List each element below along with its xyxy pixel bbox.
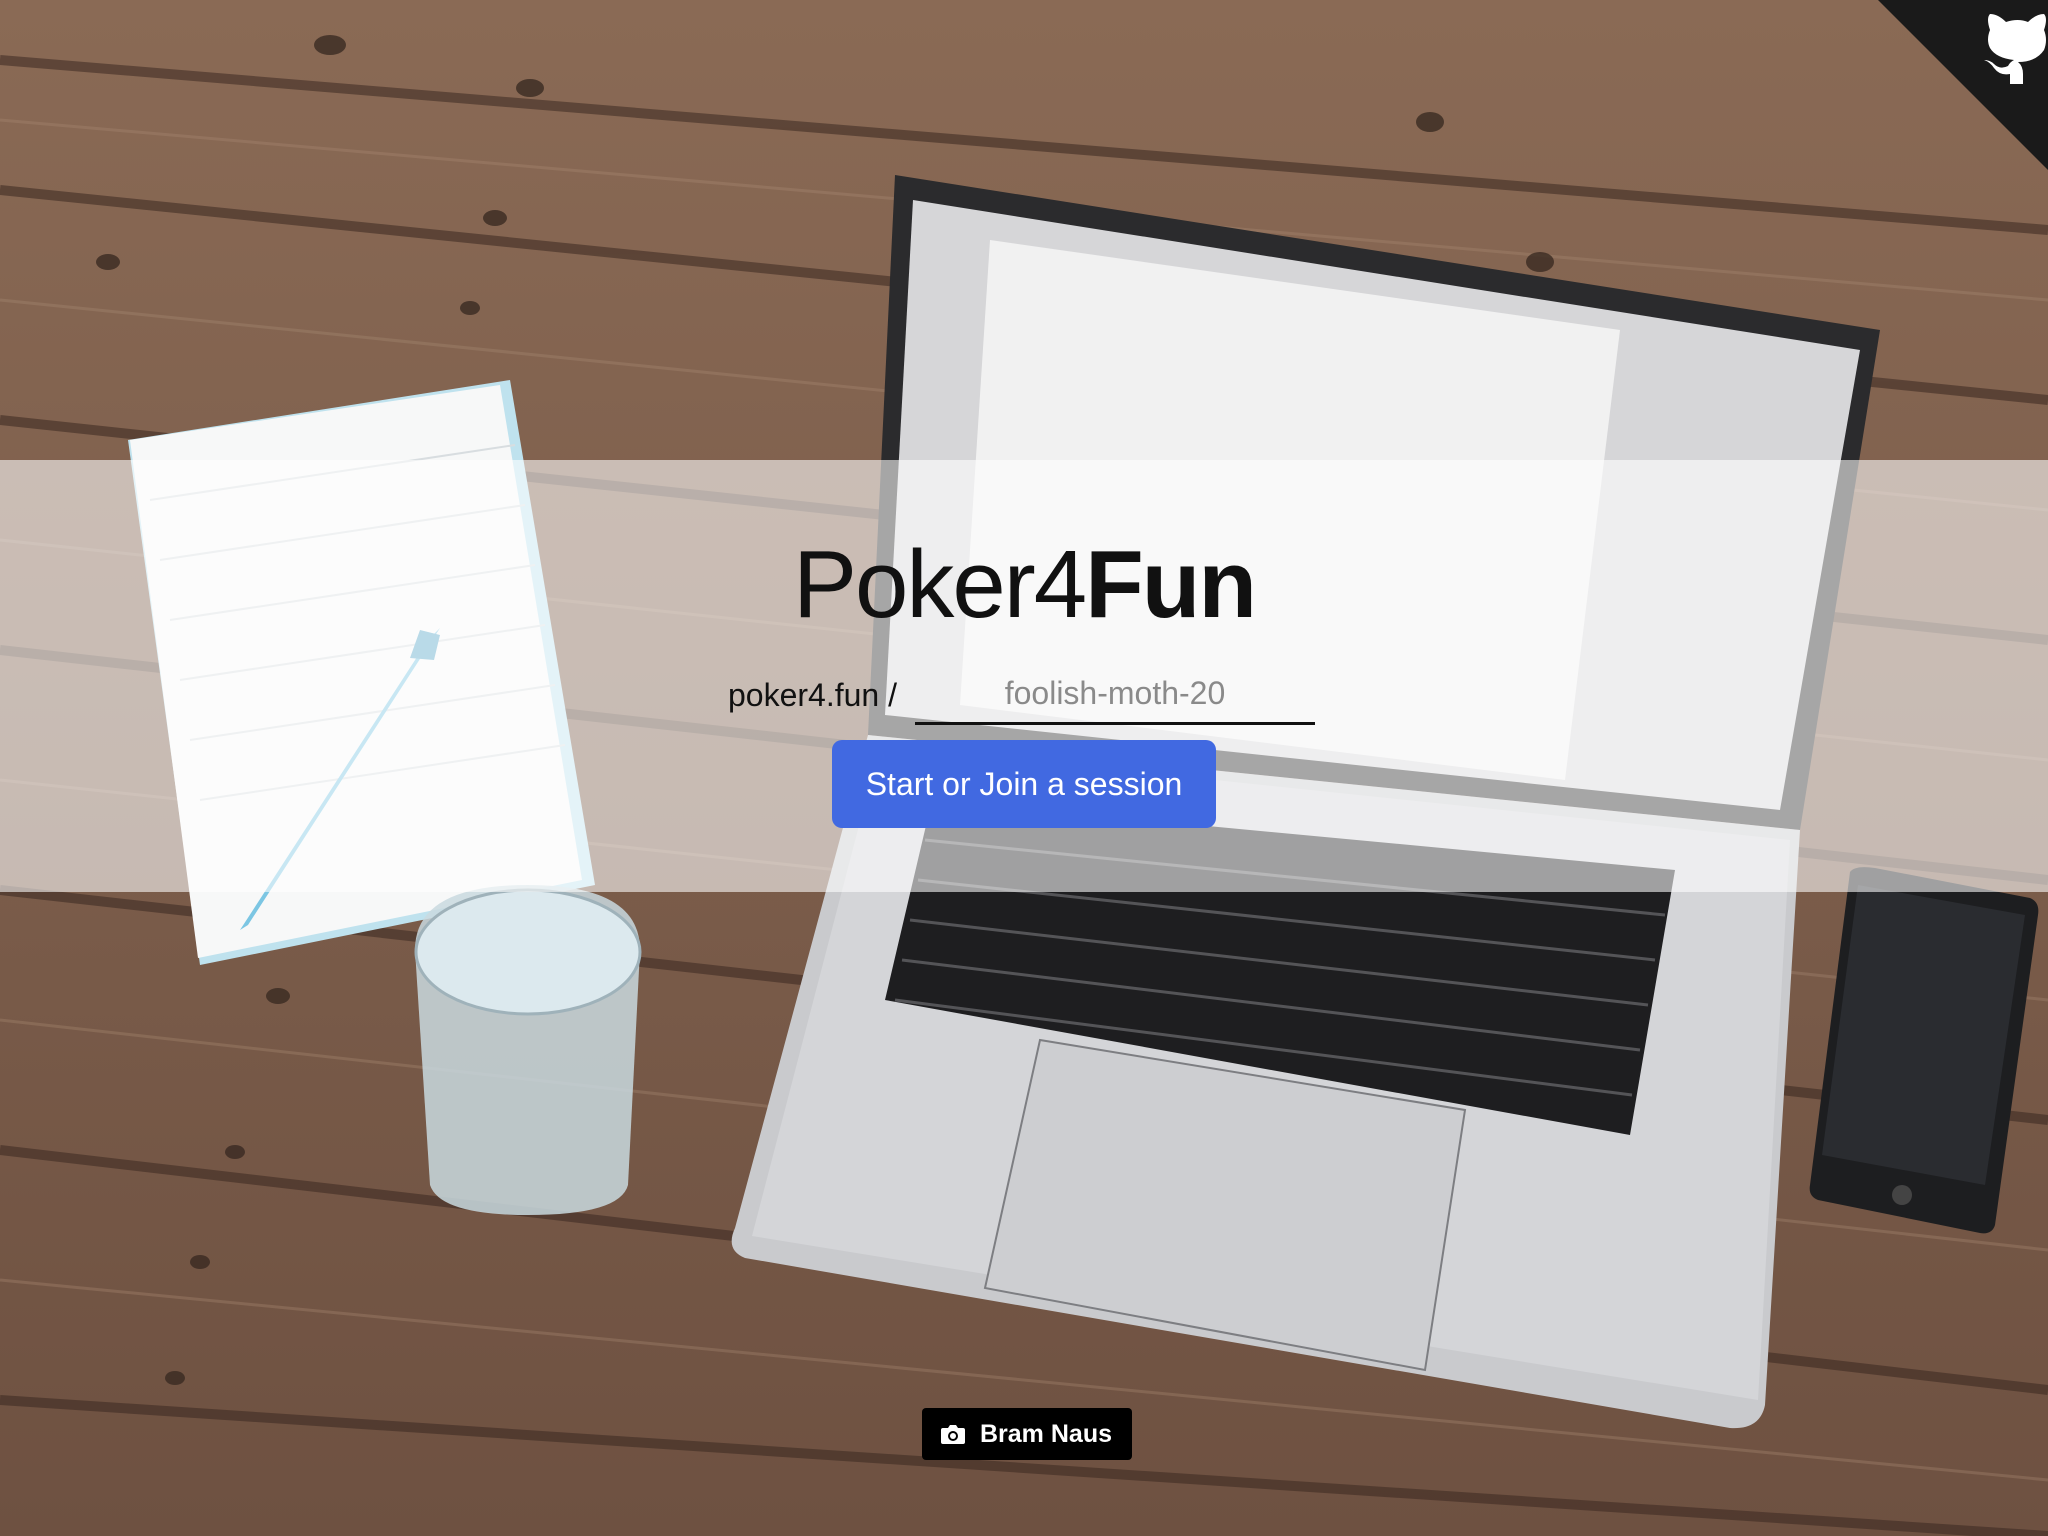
page-title: Poker4Fun bbox=[0, 530, 2048, 640]
session-name-input[interactable] bbox=[915, 665, 1315, 725]
github-corner-link[interactable] bbox=[1878, 0, 2048, 170]
page: Poker4Fun poker4.fun / Start or Join a s… bbox=[0, 0, 2048, 1536]
photo-credit-badge[interactable]: Bram Naus bbox=[922, 1408, 1132, 1460]
glass bbox=[414, 885, 642, 1215]
session-url-row: poker4.fun / bbox=[728, 660, 1315, 730]
title-bold: Fun bbox=[1085, 531, 1257, 638]
url-prefix: poker4.fun / bbox=[728, 676, 897, 713]
photo-credit-name: Bram Naus bbox=[980, 1419, 1112, 1448]
start-or-join-button[interactable]: Start or Join a session bbox=[832, 740, 1216, 828]
title-light: Poker4 bbox=[792, 531, 1087, 638]
camera-icon bbox=[941, 1425, 965, 1444]
